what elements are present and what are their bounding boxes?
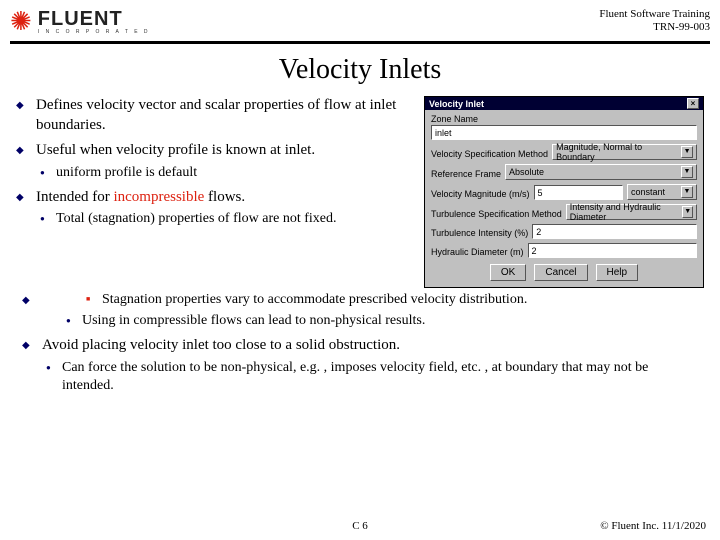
turb-intensity-input[interactable]: 2 xyxy=(532,224,697,239)
sub-bullet-list: Using in compressible flows can lead to … xyxy=(62,312,698,330)
velocity-inlet-dialog: Velocity Inlet × Zone Name inlet Velocit… xyxy=(424,96,704,288)
sub-bullet-text: Total (stagnation) properties of flow ar… xyxy=(56,211,337,226)
square-bullet-list: Stagnation properties vary to accommodat… xyxy=(82,291,698,309)
nested-wrapper: Stagnation properties vary to accommodat… xyxy=(22,291,698,330)
zone-name-input[interactable]: inlet xyxy=(431,125,697,140)
zone-name-label: Zone Name xyxy=(431,114,697,124)
dialog-titlebar: Velocity Inlet × xyxy=(425,97,703,110)
hyd-diameter-value: 2 xyxy=(532,246,537,256)
vmag-mode-select[interactable]: constant ▼ xyxy=(627,184,697,200)
tsm-select[interactable]: Intensity and Hydraulic Diameter ▼ xyxy=(566,204,697,220)
bullet-item: Useful when velocity profile is known at… xyxy=(16,141,416,182)
tsm-value: Intensity and Hydraulic Diameter xyxy=(570,202,683,222)
sub-bullet-list: Can force the solution to be non-physica… xyxy=(42,359,698,395)
help-button[interactable]: Help xyxy=(596,264,639,281)
bullet-item: Intended for incompressible flows. Total… xyxy=(16,188,416,229)
chevron-down-icon: ▼ xyxy=(681,146,693,158)
close-icon[interactable]: × xyxy=(687,98,699,109)
brand-name: FLUENT xyxy=(38,8,150,31)
lower-bullets: Stagnation properties vary to accommodat… xyxy=(10,291,710,395)
vmag-mode-value: constant xyxy=(631,187,665,197)
sub-bullet-item: Can force the solution to be non-physica… xyxy=(42,359,698,395)
bullet-item: Defines velocity vector and scalar prope… xyxy=(16,96,416,135)
ref-frame-select[interactable]: Absolute ▼ xyxy=(505,164,697,180)
sub-bullet-text: Using in compressible flows can lead to … xyxy=(82,313,425,328)
dialog-title-text: Velocity Inlet xyxy=(429,99,484,109)
brand-logo: ✺ FLUENT I N C O R P O R A T E D xyxy=(10,8,150,35)
vsm-select[interactable]: Magnitude, Normal to Boundary ▼ xyxy=(552,144,697,160)
hyd-diameter-input[interactable]: 2 xyxy=(528,243,697,258)
header-meta: Fluent Software Training TRN-99-003 xyxy=(599,8,710,34)
main-bullet-list: Defines velocity vector and scalar prope… xyxy=(16,96,416,228)
chevron-down-icon: ▼ xyxy=(682,206,693,218)
hyd-diameter-label: Hydraulic Diameter (m) xyxy=(431,247,524,257)
training-line: Fluent Software Training xyxy=(599,8,710,21)
ok-button[interactable]: OK xyxy=(490,264,526,281)
sub-bullet-list: Total (stagnation) properties of flow ar… xyxy=(36,210,416,228)
bullet-text-pre: Intended for xyxy=(36,189,113,205)
chevron-down-icon: ▼ xyxy=(681,166,693,178)
dialog-button-row: OK Cancel Help xyxy=(431,264,697,281)
brand-subtitle: I N C O R P O R A T E D xyxy=(38,29,150,35)
ref-frame-label: Reference Frame xyxy=(431,169,501,179)
dialog-panel: Velocity Inlet × Zone Name inlet Velocit… xyxy=(424,96,704,288)
vsm-label: Velocity Specification Method xyxy=(431,149,548,159)
sub-bullet-item: Total (stagnation) properties of flow ar… xyxy=(36,210,416,228)
turb-intensity-value: 2 xyxy=(536,227,541,237)
bullet-text-post: flows. xyxy=(204,189,245,205)
brand-text-wrap: FLUENT I N C O R P O R A T E D xyxy=(38,8,150,35)
main-bullet-list: Avoid placing velocity inlet too close t… xyxy=(22,336,698,395)
vmag-value: 5 xyxy=(538,188,543,198)
copyright: © Fluent Inc. 11/1/2020 xyxy=(600,520,706,532)
sub-bullet-list: uniform profile is default xyxy=(36,164,416,182)
square-bullet-item: Stagnation properties vary to accommodat… xyxy=(82,291,698,309)
page-title: Velocity Inlets xyxy=(10,54,710,86)
bullet-item: Avoid placing velocity inlet too close t… xyxy=(22,336,698,395)
sub-bullet-text: uniform profile is default xyxy=(56,165,197,180)
tsm-label: Turbulence Specification Method xyxy=(431,209,562,219)
vmag-label: Velocity Magnitude (m/s) xyxy=(431,189,530,199)
doc-id: TRN-99-003 xyxy=(599,21,710,34)
ref-frame-value: Absolute xyxy=(509,167,544,177)
footer: C 6 © Fluent Inc. 11/1/2020 xyxy=(0,520,720,532)
sub-bullet-item: Using in compressible flows can lead to … xyxy=(62,312,698,330)
turb-intensity-label: Turbulence Intensity (%) xyxy=(431,228,528,238)
slide-page: ✺ FLUENT I N C O R P O R A T E D Fluent … xyxy=(0,0,720,540)
bullet-text-em: incompressible xyxy=(113,189,204,205)
content-row: Defines velocity vector and scalar prope… xyxy=(10,96,710,288)
header-bar: ✺ FLUENT I N C O R P O R A T E D Fluent … xyxy=(10,8,710,44)
square-bullet-text: Stagnation properties vary to accommodat… xyxy=(102,292,527,307)
text-column: Defines velocity vector and scalar prope… xyxy=(16,96,416,288)
bullet-text: Defines velocity vector and scalar prope… xyxy=(36,97,396,133)
bullet-text: Useful when velocity profile is known at… xyxy=(36,142,315,158)
zone-name-value: inlet xyxy=(435,128,452,138)
vmag-input[interactable]: 5 xyxy=(534,185,623,200)
dialog-body: Zone Name inlet Velocity Specification M… xyxy=(425,110,703,287)
starburst-icon: ✺ xyxy=(10,9,32,35)
sub-bullet-text: Can force the solution to be non-physica… xyxy=(62,360,648,393)
sub-bullet-item: uniform profile is default xyxy=(36,164,416,182)
cancel-button[interactable]: Cancel xyxy=(534,264,587,281)
bullet-text: Avoid placing velocity inlet too close t… xyxy=(42,337,400,353)
vsm-value: Magnitude, Normal to Boundary xyxy=(556,142,681,162)
chevron-down-icon: ▼ xyxy=(681,186,693,198)
